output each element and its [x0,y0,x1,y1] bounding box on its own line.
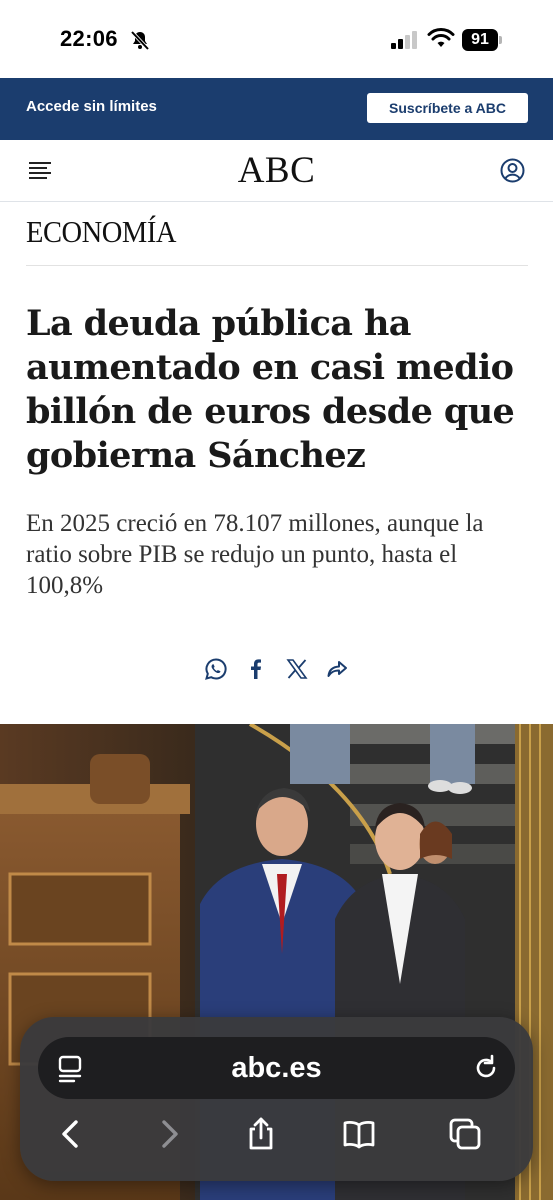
subscribe-banner: Accede sin límites Suscríbete a ABC [0,78,553,140]
share-row [0,655,553,685]
share-forward-icon[interactable] [325,657,349,681]
browser-toolbar: abc.es [20,1017,533,1181]
back-icon[interactable] [54,1117,88,1151]
bookmarks-icon[interactable] [342,1117,376,1151]
status-bar: 22:06 91 [0,0,553,78]
share-icon[interactable] [244,1117,278,1151]
section-label[interactable]: ECONOMÍA [26,214,176,250]
x-twitter-icon[interactable] [285,657,309,681]
subscribe-text: Accede sin límites [26,98,157,115]
address-bar[interactable]: abc.es [38,1037,515,1099]
subscribe-button[interactable]: Suscríbete a ABC [367,93,528,123]
whatsapp-icon[interactable] [204,657,228,681]
tabs-icon[interactable] [448,1117,482,1151]
forward-icon[interactable] [152,1117,186,1151]
site-header: ABC [0,140,553,202]
signal-icon [391,31,417,49]
bell-muted-icon [130,30,150,51]
user-account-icon[interactable] [500,158,525,183]
facebook-icon[interactable] [244,657,268,681]
status-time: 22:06 [60,26,118,51]
reload-icon[interactable] [472,1054,500,1082]
article-headline: La deuda pública ha aumentado en casi me… [26,303,515,476]
wifi-icon [427,28,455,47]
url-text[interactable]: abc.es [38,1037,515,1099]
article-subheadline: En 2025 creció en 78.107 millones, aunqu… [26,510,484,599]
section-divider [26,265,528,266]
battery-level: 91 [471,31,489,48]
battery-indicator: 91 [462,29,502,51]
abc-logo[interactable]: ABC [0,149,553,192]
